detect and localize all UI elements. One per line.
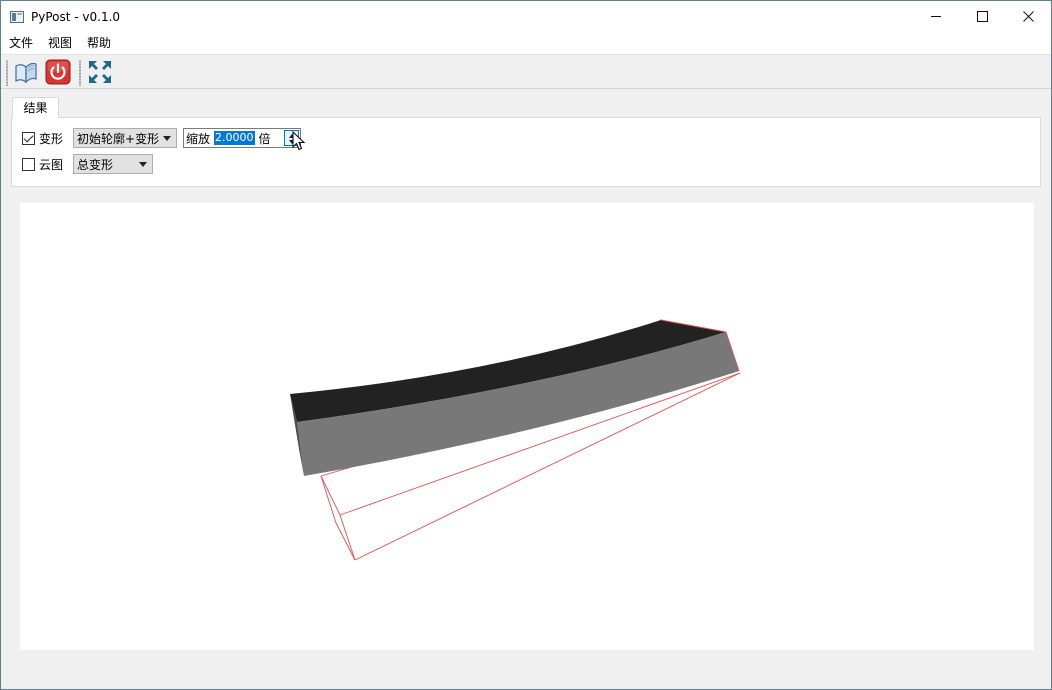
contour-type-select[interactable]: 总变形 <box>73 154 154 174</box>
open-file-button[interactable] <box>13 59 39 85</box>
tab-results[interactable]: 结果 <box>12 97 59 118</box>
deform-checkbox-label[interactable]: 变形 <box>39 130 63 147</box>
title-bar: PyPost - v0.1.0 <box>1 1 1051 32</box>
mouse-cursor-icon <box>292 131 306 151</box>
fit-view-icon <box>89 61 111 83</box>
power-icon <box>45 59 71 85</box>
close-button[interactable] <box>1005 1 1051 32</box>
toolbar-grip-2[interactable] <box>79 60 81 86</box>
contour-checkbox-label[interactable]: 云图 <box>39 156 63 173</box>
fit-view-button[interactable] <box>87 59 113 85</box>
deform-mode-value: 初始轮廓+变形 <box>77 131 160 146</box>
contour-row: 云图 总变形 <box>22 154 154 174</box>
minimize-button[interactable] <box>913 1 959 32</box>
toolbar <box>1 54 1051 89</box>
deform-mode-select[interactable]: 初始轮廓+变形 <box>73 128 178 148</box>
menu-view[interactable]: 视图 <box>40 32 79 54</box>
results-panel: 变形 初始轮廓+变形 缩放 2.0000 倍 云图 总变形 <box>11 117 1041 187</box>
scale-suffix: 倍 <box>258 131 271 146</box>
scale-prefix: 缩放 <box>186 131 211 146</box>
scale-value-input[interactable]: 2.0000 <box>214 131 255 145</box>
maximize-button[interactable] <box>959 1 1005 32</box>
close-icon <box>1022 11 1034 22</box>
deform-row: 变形 初始轮廓+变形 缩放 2.0000 倍 <box>22 128 302 148</box>
contour-checkbox[interactable] <box>22 157 35 171</box>
exit-button[interactable] <box>45 59 71 85</box>
scale-spinbox[interactable]: 缩放 2.0000 倍 <box>183 128 302 148</box>
menu-help[interactable]: 帮助 <box>79 32 118 54</box>
menu-bar: 文件 视图 帮助 <box>1 32 1051 54</box>
contour-type-value: 总变形 <box>77 157 114 172</box>
window-controls <box>913 1 1051 32</box>
deform-checkbox[interactable] <box>22 131 35 145</box>
maximize-icon <box>976 11 988 22</box>
open-book-icon <box>15 62 37 84</box>
chevron-down-icon <box>139 162 148 167</box>
model-view <box>290 319 741 561</box>
chevron-down-icon <box>163 136 172 141</box>
app-window: PyPost - v0.1.0 文件 视图 帮助 结果 变形 初始轮廓+变形 缩… <box>0 0 1052 690</box>
app-icon <box>10 10 24 23</box>
menu-file[interactable]: 文件 <box>1 32 40 54</box>
toolbar-grip[interactable] <box>6 60 8 86</box>
minimize-icon <box>930 16 941 17</box>
window-title: PyPost - v0.1.0 <box>31 9 121 24</box>
3d-viewport[interactable] <box>20 203 1034 650</box>
